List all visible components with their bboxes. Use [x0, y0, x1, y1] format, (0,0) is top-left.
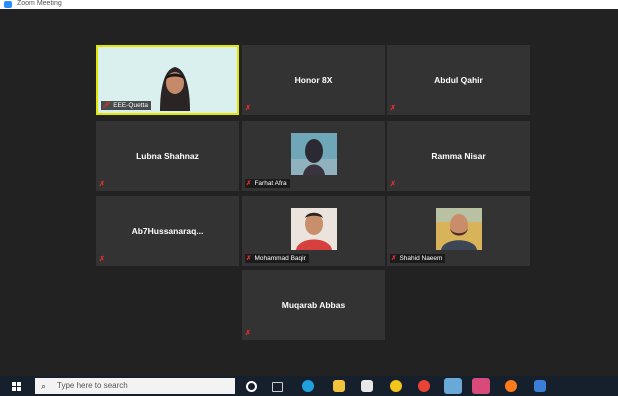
profile-picture [290, 208, 337, 250]
app-icon[interactable] [472, 378, 490, 394]
participant-tile[interactable]: Ab7Hussanaraq... ✗ [96, 196, 239, 266]
task-view-icon[interactable] [272, 382, 283, 392]
monitor-icon[interactable] [534, 380, 546, 392]
participant-name-tag: ✗ Farhat Afra [245, 179, 290, 188]
participant-tile[interactable]: ✗ Mohammad Baqir [242, 196, 385, 266]
zoom-icon[interactable] [444, 378, 462, 394]
participant-name-tag: ✗ Shahid Naeem [390, 254, 446, 263]
mic-muted-icon: ✗ [99, 256, 105, 263]
participant-tile[interactable]: ✗ Shahid Naeem [387, 196, 530, 266]
participant-video-feed [154, 59, 196, 111]
participant-tile[interactable]: ✗ Farhat Afra [242, 121, 385, 191]
participant-name: Ab7Hussanaraq... [131, 226, 204, 236]
edge-icon[interactable] [302, 380, 314, 392]
participant-name: Lubna Shahnaz [136, 151, 199, 161]
mic-muted-icon: ✗ [390, 105, 396, 112]
chrome-icon[interactable] [418, 380, 430, 392]
participant-tile[interactable]: Honor 8X ✗ [242, 45, 385, 115]
participant-tile[interactable]: Muqarab Abbas ✗ [242, 270, 385, 340]
store-icon[interactable] [361, 380, 373, 392]
mic-muted-icon: ✗ [245, 330, 251, 337]
chrome-canary-icon[interactable] [390, 380, 402, 392]
participant-name: Ramma Nisar [431, 151, 486, 161]
video-gallery: 🎤︎ EEE-Quetta Honor 8X ✗ Abdul Qahir ✗ Lu… [0, 9, 618, 376]
participant-name: Muqarab Abbas [281, 300, 346, 310]
participant-name: Honor 8X [294, 75, 333, 85]
participant-tile[interactable]: Lubna Shahnaz ✗ [96, 121, 239, 191]
search-icon: ⌕ [41, 381, 47, 391]
mic-muted-icon: ✗ [99, 181, 105, 188]
participant-name-tag: ✗ Mohammad Baqir [245, 254, 309, 263]
mic-muted-icon: ✗ [245, 105, 251, 112]
mic-muted-icon: ✗ [390, 181, 396, 188]
profile-picture [290, 133, 337, 175]
cortana-icon[interactable] [246, 381, 257, 392]
mic-muted-icon: ✗ [246, 180, 252, 187]
profile-picture [435, 208, 482, 250]
windows-start-icon[interactable] [12, 382, 21, 391]
microphone-icon: 🎤︎ [102, 102, 111, 109]
title-bar: Zoom Meeting [0, 0, 618, 9]
participant-name: Abdul Qahir [434, 75, 483, 85]
zoom-app-icon [4, 1, 12, 8]
windows-taskbar: ⌕ Type here to search [0, 376, 618, 396]
participant-tile[interactable]: Abdul Qahir ✗ [387, 45, 530, 115]
window-title: Zoom Meeting [17, 0, 62, 7]
file-explorer-icon[interactable] [333, 380, 345, 392]
mic-muted-icon: ✗ [391, 255, 397, 262]
participant-tile-active-speaker[interactable]: 🎤︎ EEE-Quetta [96, 45, 239, 115]
taskbar-search-box[interactable]: ⌕ Type here to search [35, 378, 235, 394]
firefox-icon[interactable] [505, 380, 517, 392]
participant-tile[interactable]: Ramma Nisar ✗ [387, 121, 530, 191]
mic-muted-icon: ✗ [246, 255, 252, 262]
participant-name-tag: 🎤︎ EEE-Quetta [101, 101, 151, 110]
search-placeholder: Type here to search [57, 381, 128, 390]
